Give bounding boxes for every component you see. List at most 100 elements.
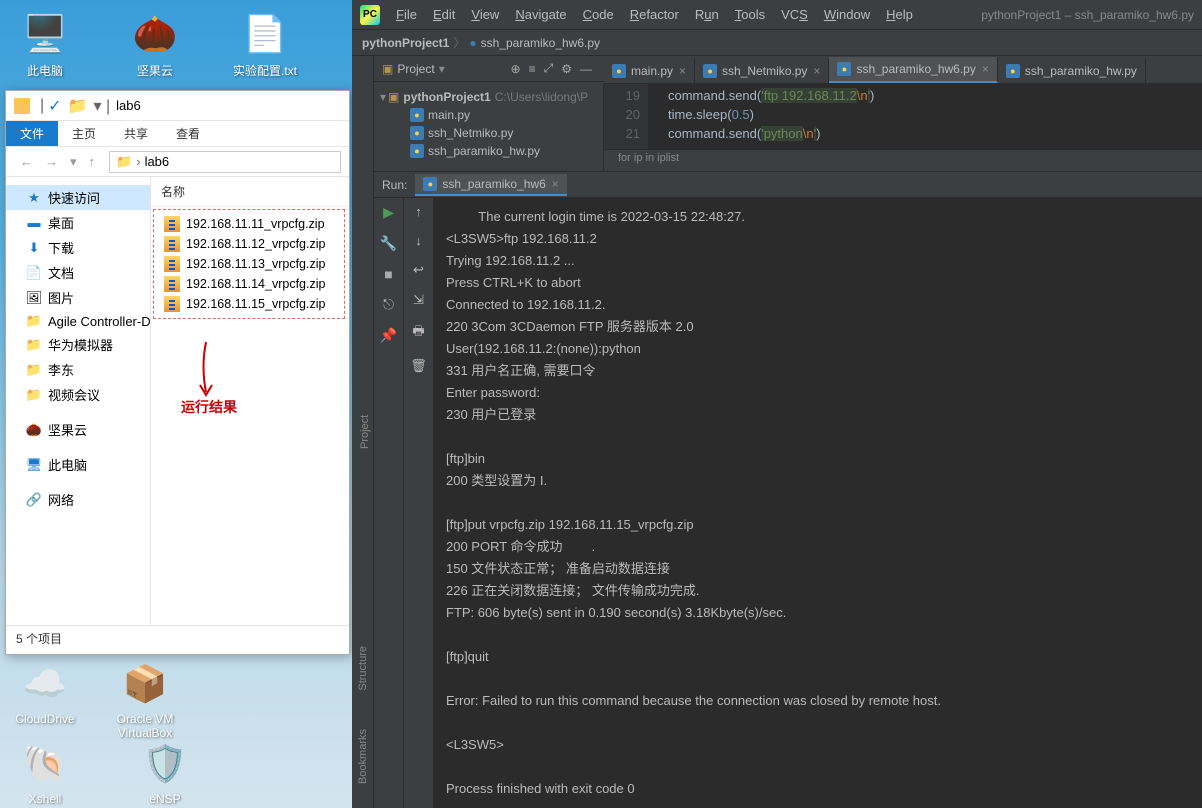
- close-icon[interactable]: ×: [982, 62, 989, 76]
- explorer-main: 名称 192.168.11.11_vrpcfg.zip 192.168.11.1…: [151, 177, 349, 625]
- breadcrumb-file[interactable]: ssh_paramiko_hw6.py: [481, 36, 600, 50]
- output-line: Trying 192.168.11.2 ...: [446, 250, 1190, 272]
- scroll-icon[interactable]: ⇲: [413, 292, 424, 308]
- text-file-icon: 📄: [241, 10, 289, 58]
- desktop-icon-clouddrive[interactable]: ☁️ CloudDrive: [10, 660, 80, 740]
- expand-icon[interactable]: ⤢: [544, 61, 554, 76]
- file-row[interactable]: 192.168.11.12_vrpcfg.zip: [154, 234, 344, 254]
- line-number: 19: [604, 86, 640, 105]
- menu-help[interactable]: Help: [880, 5, 919, 24]
- code-editor[interactable]: 19 20 21 command.send('ftp 192.168.11.2\…: [604, 84, 1202, 171]
- sidebar-item-documents[interactable]: 📄文档: [6, 260, 150, 285]
- editor-tab-active[interactable]: ●ssh_paramiko_hw6.py×: [829, 57, 997, 83]
- breadcrumb: pythonProject1 〉 ● ssh_paramiko_hw6.py: [352, 30, 1202, 56]
- exit-icon[interactable]: ⎋: [383, 296, 394, 313]
- shield-icon: 🛡️: [141, 740, 189, 788]
- sidebar-item-folder[interactable]: 📁华为模拟器: [6, 332, 150, 357]
- sidebar-item-folder[interactable]: 📁Agile Controller-D: [6, 310, 150, 332]
- desktop-icon-ensp[interactable]: 🛡️ eNSP: [130, 740, 200, 806]
- sidebar-label: 快速访问: [48, 188, 100, 207]
- file-row[interactable]: 192.168.11.15_vrpcfg.zip: [154, 294, 344, 314]
- output-line: <L3SW5>: [446, 734, 1190, 756]
- tab-view[interactable]: 查看: [162, 121, 214, 146]
- menu-tools[interactable]: Tools: [729, 5, 771, 24]
- nav-up-icon[interactable]: ↑: [89, 154, 96, 169]
- sidebar-item-downloads[interactable]: ⬇下载: [6, 235, 150, 260]
- tab-home[interactable]: 主页: [58, 121, 110, 146]
- output-line: [ftp]quit: [446, 646, 1190, 668]
- icon-label: eNSP: [149, 792, 180, 806]
- close-icon[interactable]: ×: [813, 64, 820, 78]
- menu-file[interactable]: File: [390, 5, 423, 24]
- tab-label: main.py: [631, 64, 673, 78]
- tree-file[interactable]: ●ssh_Netmiko.py: [374, 124, 603, 142]
- desktop-icon-xshell[interactable]: 🐚 Xshell: [10, 740, 80, 806]
- tab-file[interactable]: 文件: [6, 121, 58, 146]
- sidebar-item-pictures[interactable]: 🖼图片: [6, 285, 150, 310]
- editor-tab[interactable]: ●main.py×: [604, 59, 695, 83]
- tree-root[interactable]: ▾ ▣ pythonProject1 C:\Users\lidong\P: [374, 88, 603, 106]
- up-icon[interactable]: ↑: [415, 204, 422, 219]
- nav-down-icon[interactable]: ▾: [70, 154, 77, 170]
- menu-edit[interactable]: Edit: [427, 5, 461, 24]
- tree-file[interactable]: ●main.py: [374, 106, 603, 124]
- wrench-icon[interactable]: 🔧: [380, 235, 397, 252]
- python-file-icon: ●: [410, 144, 424, 158]
- sidebar-item-desktop[interactable]: ▬桌面: [6, 210, 150, 235]
- run-icon[interactable]: ▶: [383, 204, 394, 221]
- close-icon[interactable]: ×: [552, 177, 559, 191]
- print-icon[interactable]: 🖶: [412, 322, 424, 344]
- nav-fwd-icon[interactable]: →: [45, 154, 58, 169]
- address-bar[interactable]: 📁 › lab6: [109, 151, 341, 173]
- run-panel: Run: ● ssh_paramiko_hw6 × ▶ 🔧 ■ ⎋ 📌: [374, 172, 1202, 808]
- sidebar-item-network[interactable]: 🔗网络: [6, 487, 150, 512]
- sidebar-item-folder[interactable]: 📁李东: [6, 357, 150, 382]
- code-breadcrumb[interactable]: for ip in iplist: [604, 149, 1202, 171]
- breadcrumb-project[interactable]: pythonProject1: [362, 36, 449, 50]
- file-row[interactable]: 192.168.11.11_vrpcfg.zip: [154, 214, 344, 234]
- sidebar-item-nutstore[interactable]: 🌰坚果云: [6, 417, 150, 442]
- tool-bookmarks-tab[interactable]: Bookmarks: [357, 725, 369, 788]
- file-row[interactable]: 192.168.11.13_vrpcfg.zip: [154, 254, 344, 274]
- code-area[interactable]: 19 20 21 command.send('ftp 192.168.11.2\…: [604, 84, 1202, 149]
- file-row[interactable]: 192.168.11.14_vrpcfg.zip: [154, 274, 344, 294]
- editor-tab[interactable]: ●ssh_Netmiko.py×: [695, 59, 829, 83]
- hide-icon[interactable]: —: [580, 62, 592, 76]
- chevron-right-icon: 〉: [453, 34, 465, 51]
- wrap-icon[interactable]: ↩: [413, 262, 424, 278]
- close-icon[interactable]: ×: [679, 64, 686, 78]
- trash-icon[interactable]: 🗑: [410, 358, 427, 374]
- pycharm-titlebar: PC File Edit View Navigate Code Refactor…: [352, 0, 1202, 30]
- python-file-icon: ●: [423, 177, 437, 191]
- down-icon[interactable]: ↓: [415, 233, 422, 248]
- pin-icon[interactable]: 📌: [380, 327, 397, 344]
- gear-icon[interactable]: ⚙: [561, 62, 572, 76]
- desktop-icon-virtualbox[interactable]: 📦 Oracle VM VirtualBox: [110, 660, 180, 740]
- target-icon[interactable]: ⊕: [511, 62, 521, 76]
- menu-window[interactable]: Window: [818, 5, 876, 24]
- desktop-icon-txt[interactable]: 📄 实验配置.txt: [230, 10, 300, 79]
- run-output[interactable]: The current login time is 2022-03-15 22:…: [434, 198, 1202, 808]
- sidebar-quick-access[interactable]: ★ 快速访问: [6, 185, 150, 210]
- menu-run[interactable]: Run: [689, 5, 725, 24]
- sidebar-item-thispc[interactable]: 🖥此电脑: [6, 452, 150, 477]
- menu-navigate[interactable]: Navigate: [509, 5, 572, 24]
- column-header-name[interactable]: 名称: [151, 177, 349, 207]
- nav-back-icon[interactable]: ←: [20, 154, 33, 169]
- desktop-icon-nutstore[interactable]: 🌰 坚果云: [120, 10, 190, 79]
- menu-vcs[interactable]: VCS: [775, 5, 814, 24]
- menu-view[interactable]: View: [465, 5, 505, 24]
- tool-structure-tab[interactable]: Structure: [357, 642, 369, 695]
- python-file-icon: ●: [410, 126, 424, 140]
- titlebar-check-icon[interactable]: ✓: [48, 96, 61, 116]
- collapse-icon[interactable]: ≡: [529, 62, 536, 76]
- menu-refactor[interactable]: Refactor: [624, 5, 685, 24]
- menu-code[interactable]: Code: [577, 5, 620, 24]
- tree-file[interactable]: ●ssh_paramiko_hw.py: [374, 142, 603, 160]
- desktop-icon-thispc[interactable]: 🖥️ 此电脑: [10, 10, 80, 79]
- sidebar-item-folder[interactable]: 📁视频会议: [6, 382, 150, 407]
- run-tab[interactable]: ● ssh_paramiko_hw6 ×: [415, 174, 566, 196]
- editor-tab[interactable]: ●ssh_paramiko_hw.py: [998, 59, 1146, 83]
- stop-icon[interactable]: ■: [384, 266, 392, 282]
- tab-share[interactable]: 共享: [110, 121, 162, 146]
